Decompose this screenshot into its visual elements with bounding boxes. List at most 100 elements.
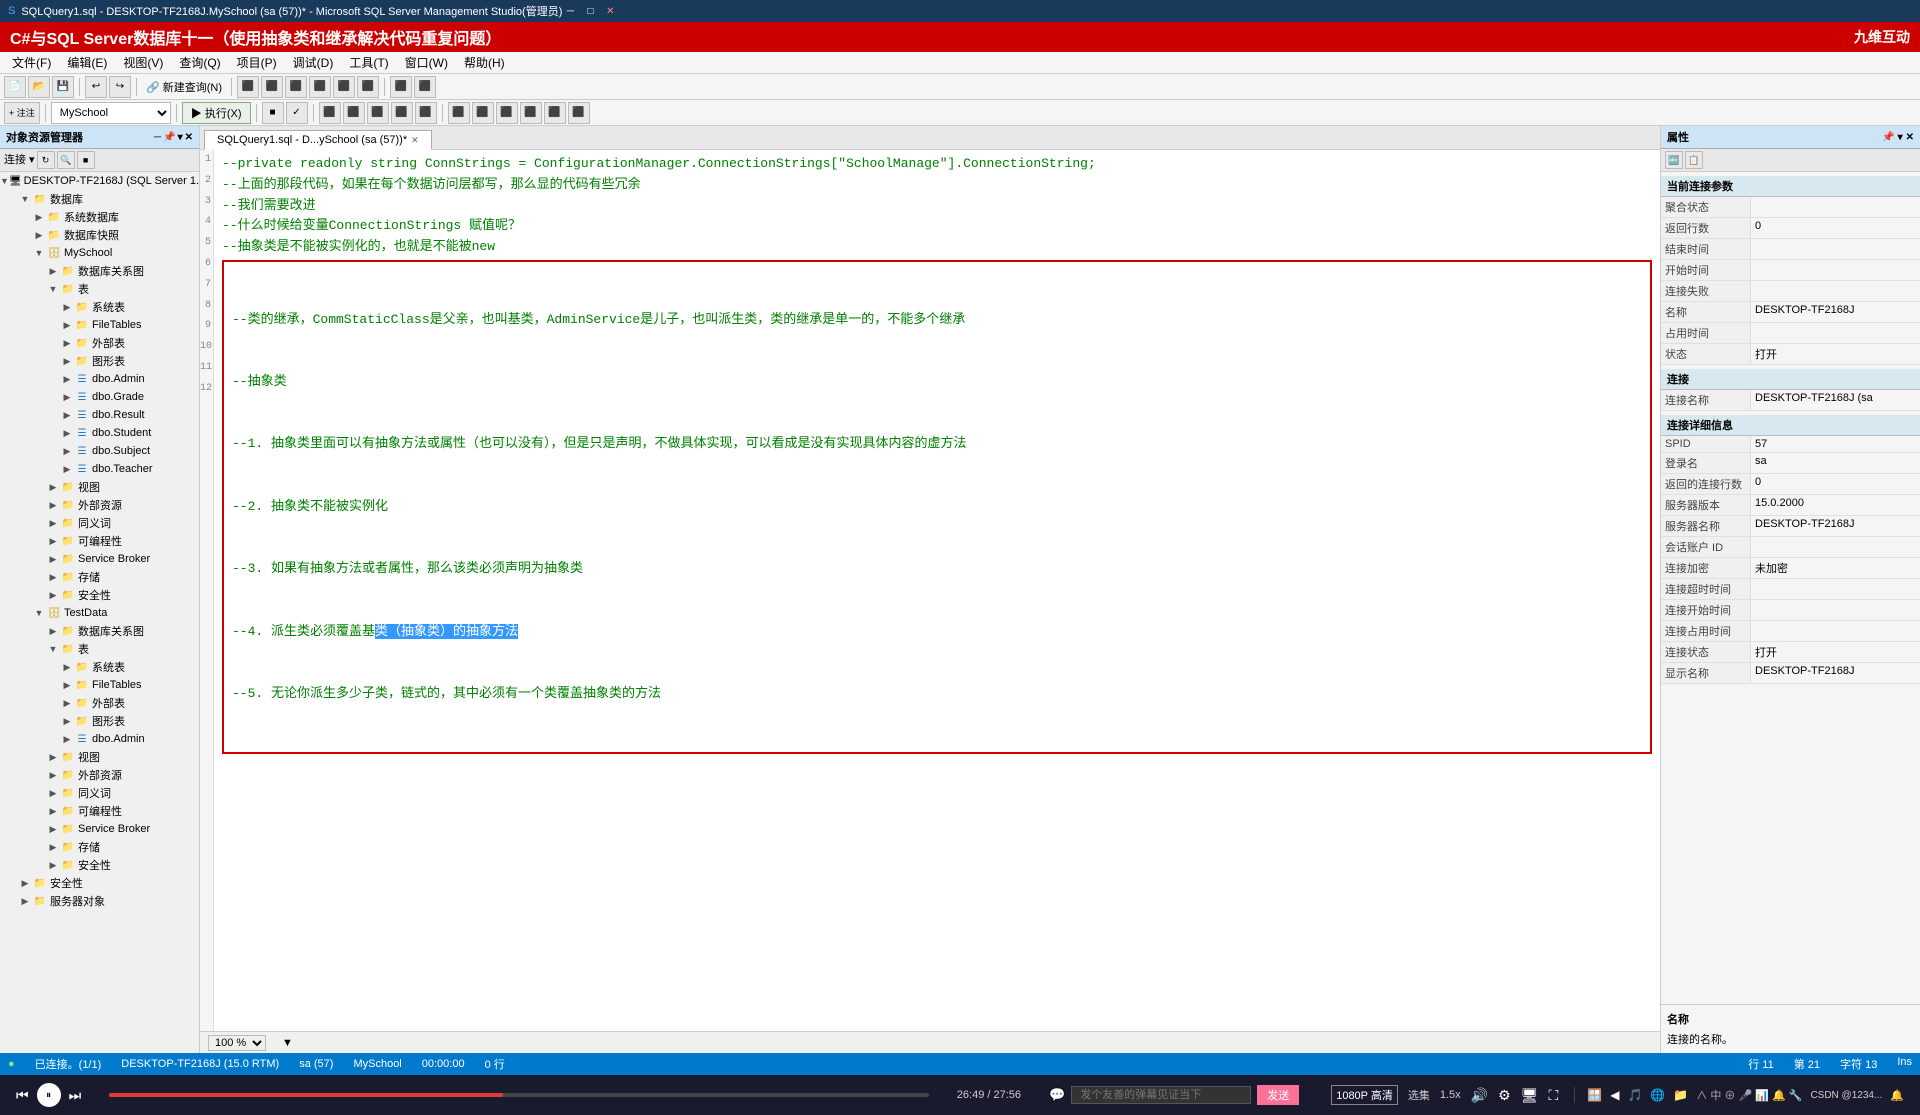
- video-timeline[interactable]: [109, 1093, 929, 1097]
- tb-btn7[interactable]: ⬛: [390, 76, 412, 98]
- tree-security-myschool[interactable]: ▶ 📁 安全性: [0, 586, 199, 604]
- tree-dbo-admin[interactable]: ▶ ☰ dbo.Admin: [0, 370, 199, 388]
- tree-toggle-td-dbdiagram[interactable]: ▶: [46, 626, 60, 637]
- tb-btn6[interactable]: ⬛: [357, 76, 379, 98]
- prop-close[interactable]: ✕: [1906, 132, 1914, 143]
- maximize-btn[interactable]: □: [582, 3, 598, 19]
- tree-toggle-subject[interactable]: ▶: [60, 446, 74, 457]
- fullscreen-icon[interactable]: ⛶: [1548, 1087, 1558, 1104]
- oe-menu[interactable]: ▾: [178, 132, 183, 143]
- oe-close-x[interactable]: ✕: [185, 132, 193, 143]
- menu-edit[interactable]: 编辑(E): [59, 52, 115, 73]
- stop-btn[interactable]: ■: [262, 102, 284, 124]
- tree-graph-tables[interactable]: ▶ 📁 图形表: [0, 352, 199, 370]
- tree-toggle-sec-ms[interactable]: ▶: [46, 590, 60, 601]
- oe-stop-btn[interactable]: ■: [77, 151, 95, 169]
- redo-btn[interactable]: ↪: [109, 76, 131, 98]
- tree-td-admin[interactable]: ▶ ☰ dbo.Admin: [0, 730, 199, 748]
- tree-td-extres[interactable]: ▶ 📁 外部资源: [0, 766, 199, 784]
- pause-btn[interactable]: ⏸: [37, 1083, 61, 1107]
- tree-toggle-td-sb[interactable]: ▶: [46, 824, 60, 835]
- tb2-btn9[interactable]: ⬛: [520, 102, 542, 124]
- tree-toggle-synonyms[interactable]: ▶: [46, 518, 60, 529]
- tb2-btn2[interactable]: ⬛: [343, 102, 365, 124]
- tree-toggle-td-sec[interactable]: ▶: [46, 860, 60, 871]
- volume-icon[interactable]: 🔊: [1471, 1087, 1488, 1104]
- close-btn[interactable]: ✕: [602, 3, 618, 19]
- prop-sort-btn[interactable]: 🔤: [1665, 151, 1683, 169]
- tree-prog[interactable]: ▶ 📁 可编程性: [0, 532, 199, 550]
- tree-testdata[interactable]: ▼ 🗄 TestData: [0, 604, 199, 622]
- tree-dbo-grade[interactable]: ▶ ☰ dbo.Grade: [0, 388, 199, 406]
- menu-view[interactable]: 视图(V): [115, 52, 171, 73]
- tree-toggle-views[interactable]: ▶: [46, 482, 60, 493]
- tree-td-synonyms[interactable]: ▶ 📁 同义词: [0, 784, 199, 802]
- tree-service-broker-myschool[interactable]: ▶ 📁 Service Broker: [0, 550, 199, 568]
- tree-top-security[interactable]: ▶ 📁 安全性: [0, 874, 199, 892]
- tree-system-dbs[interactable]: ▶ 📁 系统数据库: [0, 208, 199, 226]
- parse-btn[interactable]: ✓: [286, 102, 308, 124]
- tree-td-security[interactable]: ▶ 📁 安全性: [0, 856, 199, 874]
- menu-tools[interactable]: 工具(T): [341, 52, 396, 73]
- connect-btn[interactable]: + 注注: [4, 102, 40, 124]
- tb2-btn11[interactable]: ⬛: [568, 102, 590, 124]
- danmu-send-btn[interactable]: 发送: [1257, 1085, 1299, 1105]
- next-btn[interactable]: ⏭: [69, 1087, 82, 1104]
- tb-btn2[interactable]: ⬛: [261, 76, 283, 98]
- tree-toggle-ext[interactable]: ▶: [60, 338, 74, 349]
- tree-dbo-subject[interactable]: ▶ ☰ dbo.Subject: [0, 442, 199, 460]
- execute-btn[interactable]: ▶ 执行(X): [182, 102, 251, 124]
- tree-toggle-testdata[interactable]: ▼: [32, 608, 46, 618]
- tree-toggle-dbdiagram[interactable]: ▶: [46, 266, 60, 277]
- tree-myschool[interactable]: ▼ 🗄 MySchool: [0, 244, 199, 262]
- tree-synonyms[interactable]: ▶ 📁 同义词: [0, 514, 199, 532]
- tree-tables[interactable]: ▼ 📁 表: [0, 280, 199, 298]
- tb2-btn6[interactable]: ⬛: [448, 102, 470, 124]
- editor-area[interactable]: --private readonly string ConnStrings = …: [214, 150, 1660, 1031]
- notification-icon[interactable]: 🔔: [1890, 1089, 1904, 1102]
- undo-btn[interactable]: ↩: [85, 76, 107, 98]
- menu-file[interactable]: 文件(F): [4, 52, 59, 73]
- tree-external-tables[interactable]: ▶ 📁 外部表: [0, 334, 199, 352]
- tb2-btn1[interactable]: ⬛: [319, 102, 341, 124]
- danmu-input[interactable]: [1071, 1086, 1251, 1104]
- oe-content[interactable]: ▼ 🖥 DESKTOP-TF2168J (SQL Server 1... ▼ 📁…: [0, 172, 199, 1053]
- tree-snapshots[interactable]: ▶ 📁 数据库快照: [0, 226, 199, 244]
- oe-filter-btn[interactable]: 🔍: [57, 151, 75, 169]
- taskbar-ie[interactable]: 🌐: [1650, 1088, 1665, 1102]
- tb-btn8[interactable]: ⬛: [414, 76, 436, 98]
- menu-help[interactable]: 帮助(H): [456, 52, 513, 73]
- tree-td-dbdiagram[interactable]: ▶ 📁 数据库关系图: [0, 622, 199, 640]
- tree-toggle-myschool[interactable]: ▼: [32, 248, 46, 258]
- taskbar-folder[interactable]: 📁: [1673, 1088, 1688, 1102]
- prop-menu[interactable]: ▾: [1898, 132, 1903, 143]
- tree-toggle-tables[interactable]: ▼: [46, 284, 60, 294]
- settings-icon[interactable]: ⚙: [1498, 1087, 1511, 1104]
- tree-toggle-result[interactable]: ▶: [60, 410, 74, 421]
- tree-toggle-td-systables[interactable]: ▶: [60, 662, 74, 673]
- tree-dbo-result[interactable]: ▶ ☰ dbo.Result: [0, 406, 199, 424]
- tb-btn4[interactable]: ⬛: [309, 76, 331, 98]
- prop-category-btn[interactable]: 📋: [1685, 151, 1703, 169]
- tree-toggle-td-ft[interactable]: ▶: [60, 680, 74, 691]
- zoom-select[interactable]: 100 % 75 % 125 %: [208, 1035, 266, 1051]
- tree-toggle-grade[interactable]: ▶: [60, 392, 74, 403]
- tree-td-filetables[interactable]: ▶ 📁 FileTables: [0, 676, 199, 694]
- speed-btn[interactable]: 1.5x: [1440, 1089, 1461, 1101]
- open-btn[interactable]: 📂: [28, 76, 50, 98]
- tree-toggle-td-prog[interactable]: ▶: [46, 806, 60, 817]
- tb2-btn3[interactable]: ⬛: [367, 102, 389, 124]
- tb2-btn10[interactable]: ⬛: [544, 102, 566, 124]
- oe-refresh-btn[interactable]: ↻: [37, 151, 55, 169]
- tree-toggle-systemdbs[interactable]: ▶: [32, 212, 46, 223]
- tree-toggle-stor-ms[interactable]: ▶: [46, 572, 60, 583]
- tb-btn1[interactable]: ⬛: [237, 76, 259, 98]
- menu-debug[interactable]: 调试(D): [285, 52, 342, 73]
- tab-close-query1[interactable]: ✕: [411, 135, 419, 146]
- taskbar-back[interactable]: ◀: [1610, 1088, 1619, 1102]
- tb-btn5[interactable]: ⬛: [333, 76, 355, 98]
- tree-td-views[interactable]: ▶ 📁 视图: [0, 748, 199, 766]
- tree-toggle-graph[interactable]: ▶: [60, 356, 74, 367]
- tree-toggle-sb-myschool[interactable]: ▶: [46, 554, 60, 565]
- tree-toggle-td-ext[interactable]: ▶: [60, 698, 74, 709]
